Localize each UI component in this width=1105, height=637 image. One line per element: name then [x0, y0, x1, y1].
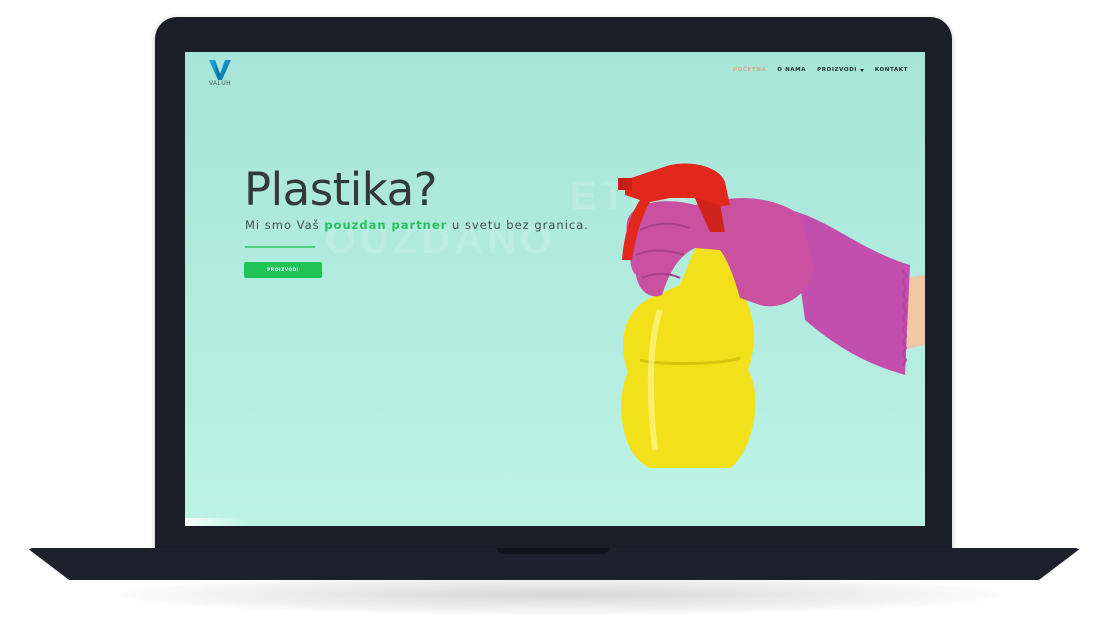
- logo-text: VALUH: [208, 81, 232, 87]
- hero-divider: [245, 246, 315, 248]
- nav-item-proizvodi[interactable]: PROIZVODI: [817, 67, 864, 73]
- mockup-stage: VALUH POČETNA O NAMA PROIZVODI KONTAKT E…: [0, 0, 1105, 637]
- products-button[interactable]: PROIZVODI: [244, 262, 322, 278]
- nav-item-label: PROIZVODI: [817, 67, 857, 73]
- laptop-shadow: [120, 575, 1000, 615]
- screen-glare: [185, 518, 245, 526]
- site-logo[interactable]: VALUH: [203, 59, 237, 87]
- nav-item-label: O NAMA: [777, 67, 807, 73]
- subtitle-text: Mi smo Vaš: [245, 218, 325, 232]
- subtitle-text-end: u svetu bez granica.: [447, 218, 589, 232]
- nav-item-o-nama[interactable]: O NAMA: [777, 67, 806, 73]
- website-screen: VALUH POČETNA O NAMA PROIZVODI KONTAKT E…: [185, 52, 925, 526]
- hero-subtitle: Mi smo Vaš pouzdan partner u svetu bez g…: [245, 218, 589, 232]
- nav-item-kontakt[interactable]: KONTAKT: [875, 67, 908, 73]
- subtitle-highlight: pouzdan partner: [324, 218, 448, 232]
- spray-bottle-glove-image: [618, 163, 925, 468]
- nav-item-label: KONTAKT: [874, 67, 908, 73]
- laptop-notch: [497, 548, 609, 554]
- v-logo-icon: [209, 60, 231, 80]
- hero-title: Plastika?: [244, 163, 438, 216]
- nav-item-label: POČETNA: [732, 67, 767, 73]
- main-nav: POČETNA O NAMA PROIZVODI KONTAKT: [733, 67, 908, 73]
- nav-item-pocetna[interactable]: POČETNA: [733, 67, 766, 73]
- chevron-down-icon: [859, 68, 864, 72]
